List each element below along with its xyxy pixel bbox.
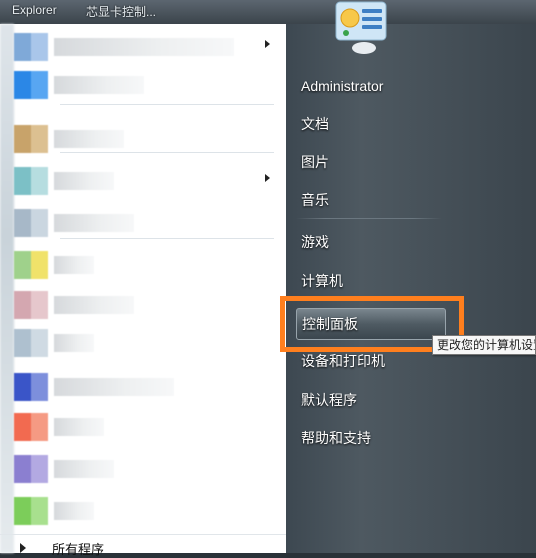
menu-item-pictures[interactable]: 图片: [296, 147, 446, 179]
all-programs-label: 所有程序: [52, 543, 105, 558]
program-label: [54, 334, 94, 352]
program-item[interactable]: [0, 492, 286, 530]
program-label: [54, 76, 144, 94]
menu-separator: [296, 218, 442, 219]
separator: [60, 152, 274, 153]
program-label: [54, 502, 94, 520]
program-item[interactable]: [0, 286, 286, 324]
program-icon: [14, 497, 48, 525]
menu-item-documents[interactable]: 文档: [296, 109, 446, 141]
program-icon: [14, 455, 48, 483]
program-item[interactable]: [0, 324, 286, 362]
program-icon: [14, 125, 48, 153]
separator: [60, 238, 274, 239]
start-menu-program-list: 所有程序: [0, 24, 287, 558]
taskbar-strip: Explorer 芯显卡控制...: [0, 0, 536, 24]
expand-arrow-icon: [20, 543, 26, 553]
program-label: [54, 460, 114, 478]
program-icon: [14, 329, 48, 357]
program-label: [54, 172, 114, 190]
program-item[interactable]: [0, 204, 286, 242]
menu-item-music[interactable]: 音乐: [296, 185, 446, 217]
control-panel-tooltip: 更改您的计算机设置: [432, 335, 536, 355]
menu-item-default-programs[interactable]: 默认程序: [296, 385, 446, 417]
program-item[interactable]: [0, 450, 286, 488]
program-item[interactable]: [0, 66, 286, 104]
program-label: [54, 130, 124, 148]
menu-item-administrator[interactable]: Administrator: [296, 70, 446, 102]
program-icon: [14, 251, 48, 279]
taskbar-window-explorer[interactable]: Explorer: [12, 3, 57, 17]
program-item[interactable]: [0, 368, 286, 406]
menu-item-games[interactable]: 游戏: [296, 227, 446, 259]
submenu-arrow-icon: [265, 174, 270, 182]
program-label: [54, 214, 134, 232]
program-item[interactable]: [0, 28, 286, 66]
taskbar-window-graphics[interactable]: 芯显卡控制...: [86, 3, 156, 20]
program-item[interactable]: [0, 162, 286, 200]
program-icon: [14, 209, 48, 237]
program-item[interactable]: [0, 246, 286, 284]
program-item[interactable]: [0, 408, 286, 446]
all-programs-button[interactable]: 所有程序: [0, 534, 286, 558]
program-icon: [14, 413, 48, 441]
program-icon: [14, 167, 48, 195]
separator: [60, 104, 274, 105]
program-icon: [14, 373, 48, 401]
program-label: [54, 38, 234, 56]
control-panel-user-picture-icon: [335, 1, 387, 54]
program-label: [54, 256, 94, 274]
program-icon: [14, 291, 48, 319]
submenu-arrow-icon: [265, 40, 270, 48]
program-label: [54, 296, 134, 314]
menu-item-computer[interactable]: 计算机: [296, 266, 446, 298]
menu-item-help-support[interactable]: 帮助和支持: [296, 423, 446, 455]
program-label: [54, 418, 104, 436]
program-icon: [14, 71, 48, 99]
program-label: [54, 378, 174, 396]
program-icon: [14, 33, 48, 61]
